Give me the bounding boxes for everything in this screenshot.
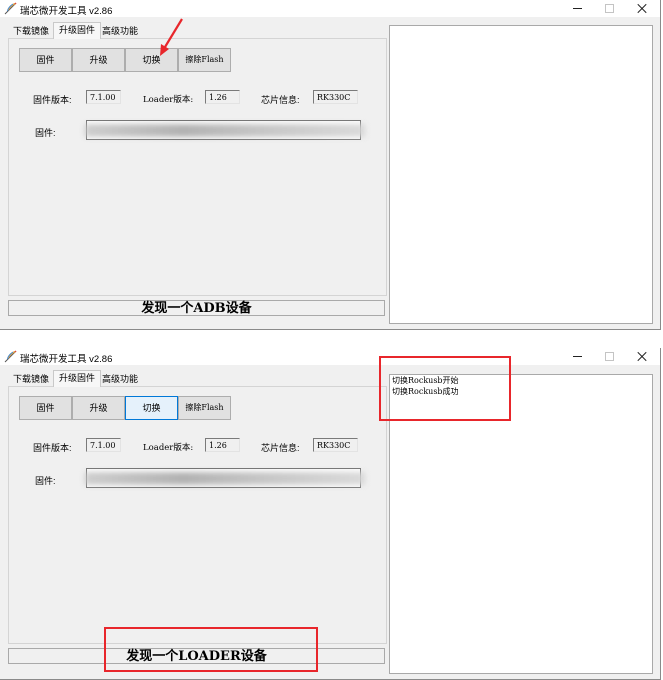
close-icon[interactable] <box>627 348 657 365</box>
loader-version-field: 1.26 <box>205 438 240 452</box>
loader-version-field: 1.26 <box>205 90 240 104</box>
title-bar: 瑞芯微开发工具 v2.86 <box>0 0 660 17</box>
tab-panel-upgrade-firmware <box>8 386 387 644</box>
firmware-path-field <box>85 120 365 140</box>
firmware-version-field: 7.1.00 <box>86 90 121 104</box>
chip-info-label: 芯片信息: <box>261 443 300 453</box>
chip-info-field: RK330C <box>313 90 358 104</box>
upgrade-button[interactable]: 升级 <box>72 48 125 72</box>
status-bar: 发现一个ADB设备 <box>8 300 385 316</box>
firmware-version-field: 7.1.00 <box>86 438 121 452</box>
blurred-path-redaction <box>85 472 365 485</box>
tab-advanced-functions[interactable]: 高级功能 <box>100 373 140 386</box>
feather-pen-icon <box>4 350 17 363</box>
upgrade-button[interactable]: 升级 <box>72 396 125 420</box>
tab-download-image[interactable]: 下载镜像 <box>10 25 52 38</box>
log-panel[interactable] <box>389 25 653 324</box>
minimize-icon[interactable] <box>563 0 593 17</box>
blurred-path-redaction <box>85 124 365 137</box>
firmware-version-label: 固件版本: <box>33 443 72 453</box>
device-status-text: 发现一个ADB设备 <box>141 301 252 316</box>
app-window-loader: 瑞芯微开发工具 v2.86 下载镜像 升级固件 高级功能 固件 升级 切换 擦除… <box>0 348 661 680</box>
tab-upgrade-firmware[interactable]: 升级固件 <box>53 22 101 39</box>
firmware-path-label: 固件: <box>35 476 56 486</box>
firmware-path-field <box>85 468 365 488</box>
firmware-button[interactable]: 固件 <box>19 48 72 72</box>
log-highlight-box <box>379 356 511 421</box>
loader-version-label: Loader版本: <box>143 443 194 453</box>
maximize-icon[interactable] <box>595 348 625 365</box>
status-highlight-box <box>104 627 318 672</box>
firmware-button[interactable]: 固件 <box>19 396 72 420</box>
tab-download-image[interactable]: 下载镜像 <box>10 373 52 386</box>
firmware-path-label: 固件: <box>35 128 56 138</box>
maximize-icon[interactable] <box>595 0 625 17</box>
feather-pen-icon <box>4 2 17 15</box>
close-icon[interactable] <box>627 0 657 17</box>
erase-flash-button[interactable]: 擦除Flash <box>178 396 231 420</box>
erase-flash-button[interactable]: 擦除Flash <box>178 48 231 72</box>
chip-info-label: 芯片信息: <box>261 95 300 105</box>
app-window-adb: 瑞芯微开发工具 v2.86 下载镜像 升级固件 高级功能 固件 升级 切换 擦除… <box>0 0 661 330</box>
tab-panel-upgrade-firmware <box>8 38 387 296</box>
minimize-icon[interactable] <box>563 348 593 365</box>
switch-button[interactable]: 切换 <box>125 396 178 420</box>
switch-button[interactable]: 切换 <box>125 48 178 72</box>
window-title: 瑞芯微开发工具 v2.86 <box>20 6 113 17</box>
firmware-version-label: 固件版本: <box>33 95 72 105</box>
loader-version-label: Loader版本: <box>143 95 194 105</box>
chip-info-field: RK330C <box>313 438 358 452</box>
tab-advanced-functions[interactable]: 高级功能 <box>100 25 140 38</box>
window-title: 瑞芯微开发工具 v2.86 <box>20 354 113 365</box>
title-bar: 瑞芯微开发工具 v2.86 <box>0 348 660 365</box>
tab-upgrade-firmware[interactable]: 升级固件 <box>53 370 101 387</box>
